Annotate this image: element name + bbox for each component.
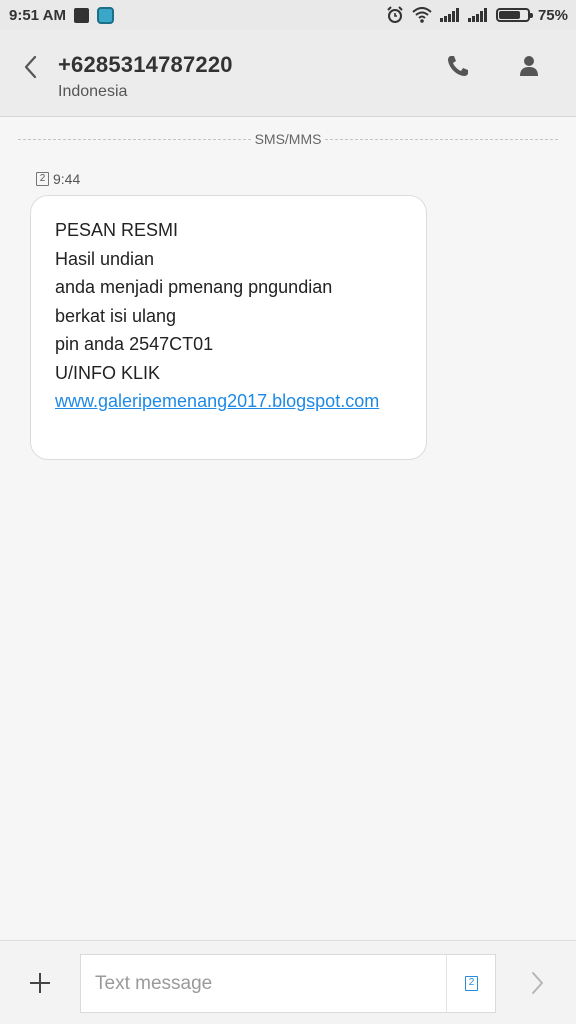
battery-percent: 75%: [537, 6, 568, 24]
plus-icon: [30, 973, 50, 993]
game-icon: [96, 6, 114, 24]
signal-icon: [467, 8, 488, 22]
sim-select-button[interactable]: 2: [446, 955, 496, 1012]
sim2-icon: 2: [465, 976, 478, 991]
message-time: 9:44: [53, 171, 81, 187]
message-line: U/INFO KLIK: [55, 362, 161, 383]
status-bar: 9:51 AM 75%: [0, 0, 576, 30]
wifi-icon: [412, 7, 432, 23]
conversation-header: +6285314787220 Indonesia: [0, 30, 576, 117]
alarm-icon: [386, 6, 404, 24]
status-time: 9:51 AM: [9, 6, 66, 24]
back-button[interactable]: [18, 52, 46, 82]
message-line: anda menjadi pmenang pngundian: [55, 277, 333, 297]
contact-profile-button[interactable]: [515, 52, 543, 80]
message-meta: 2 9:44: [36, 171, 80, 187]
chevron-right-icon: [532, 972, 543, 994]
sim2-icon: 2: [36, 172, 49, 186]
bbm-icon: [73, 7, 89, 23]
divider-label: SMS/MMS: [254, 131, 322, 147]
phone-icon: [448, 56, 468, 76]
contact-number: +6285314787220: [58, 52, 233, 77]
status-left: 9:51 AM: [9, 6, 114, 24]
message-line: pin anda 2547CT01: [55, 334, 214, 354]
chevron-left-icon: [24, 55, 37, 79]
contact-country: Indonesia: [58, 83, 128, 100]
attach-button[interactable]: [26, 969, 54, 997]
message-input[interactable]: [81, 955, 446, 1012]
battery-icon: [495, 8, 533, 22]
message-line: berkat isi ulang: [55, 305, 177, 326]
message-link[interactable]: www.galeripemenang2017.blogspot.com: [55, 387, 402, 416]
message-bubble[interactable]: PESAN RESMI Hasil undian anda menjadi pm…: [30, 195, 427, 460]
message-line: PESAN RESMI: [55, 220, 179, 240]
call-button[interactable]: [444, 52, 472, 80]
status-right: 75%: [386, 6, 568, 24]
send-button[interactable]: [522, 967, 552, 999]
divider-line: [18, 138, 251, 140]
divider-line: [325, 138, 559, 140]
battery-level: [498, 11, 520, 19]
person-icon: [520, 56, 538, 76]
signal-icon: [439, 8, 460, 22]
message-composer: 2: [0, 940, 576, 1024]
thread-divider: SMS/MMS: [18, 129, 559, 149]
message-line: Hasil undian: [55, 248, 155, 269]
message-input-box: 2: [80, 954, 496, 1013]
